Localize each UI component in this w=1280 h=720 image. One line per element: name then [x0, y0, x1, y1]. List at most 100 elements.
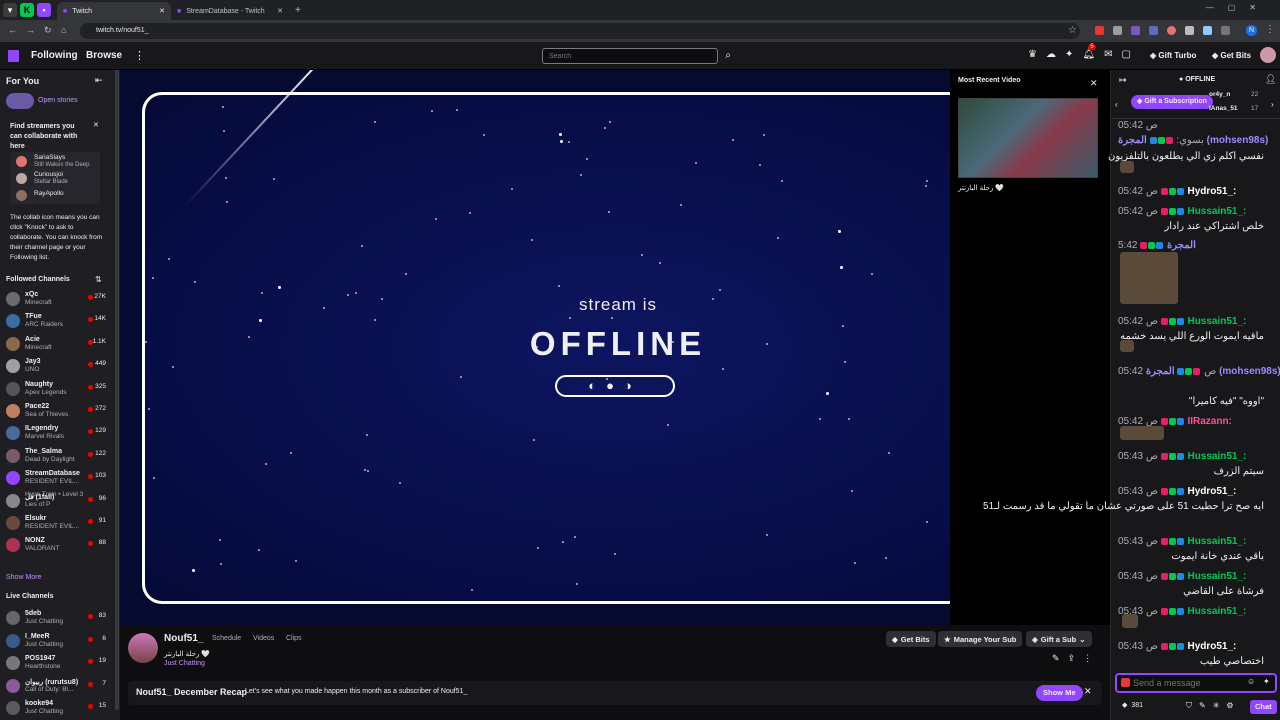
chat-username[interactable]: Hydro51_:	[1187, 486, 1236, 497]
leader-name[interactable]: or4y_n	[1209, 91, 1230, 98]
followed-channel[interactable]: Acie Minecraft 1.1K	[0, 334, 120, 356]
open-stories-link[interactable]: Open stories	[38, 97, 78, 104]
chat-message[interactable]: 05:43 ص Hydro51_:	[1118, 486, 1236, 497]
followed-channel[interactable]: TFue ARC Raiders 14K	[0, 311, 120, 333]
chat-username[interactable]: Hussain51_:	[1187, 571, 1246, 582]
pencil-icon[interactable]: ✎	[1199, 701, 1206, 711]
chat-message[interactable]: 5:42 المجرة	[1118, 240, 1196, 251]
manage-sub-button[interactable]: ★ Manage Your Sub	[938, 631, 1023, 647]
chat-message[interactable]: بسوي: المجرة (mohsen98s)	[1118, 135, 1268, 146]
chat-message[interactable]: 05:43 ص Hussain51_:	[1118, 451, 1246, 462]
category-link[interactable]: Just Chatting	[164, 660, 205, 667]
edit-icon[interactable]: ✎	[1052, 653, 1060, 664]
live-channel[interactable]: POS1947 Hearthstone 19	[0, 653, 120, 675]
chat-input[interactable]	[1133, 676, 1243, 690]
video-thumbnail[interactable]	[958, 98, 1098, 178]
followed-channel[interactable]: NONZ VALORANT 88	[0, 535, 120, 557]
extension-icon[interactable]	[1131, 26, 1140, 35]
search-icon[interactable]: ⌕	[720, 48, 736, 64]
inbox-icon[interactable]: ✉	[1104, 49, 1112, 60]
home-icon[interactable]: ⌂	[61, 25, 66, 35]
get-bits-button[interactable]: ◆ Get Bits	[1212, 51, 1251, 60]
followed-channel[interactable]: ILegendry Marvel Rivals 129	[0, 423, 120, 445]
new-tab-icon[interactable]: +	[295, 5, 301, 16]
back-icon[interactable]: ←	[8, 25, 17, 35]
twitch-logo-icon[interactable]	[8, 50, 19, 62]
tab-clips[interactable]: Clips	[286, 635, 302, 642]
emote-image[interactable]	[1120, 252, 1178, 304]
nav-browse[interactable]: Browse	[86, 50, 122, 61]
close-panel-icon[interactable]: ✕	[1090, 78, 1098, 89]
close-tab-icon[interactable]: ✕	[159, 7, 165, 15]
chat-message[interactable]: 05:43 ص Hydro51_:	[1118, 641, 1236, 652]
scroll-right-icon[interactable]: ›	[1271, 100, 1274, 109]
followed-channel[interactable]: StreamDatabase RESIDENT EVIL... 103	[0, 468, 120, 490]
extension-icon[interactable]	[1113, 26, 1122, 35]
emote-image[interactable]	[1122, 614, 1138, 628]
live-channel[interactable]: 5deb Just Chatting 83	[0, 608, 120, 630]
scroll-left-icon[interactable]: ‹	[1115, 100, 1118, 109]
cloud-icon[interactable]: ☁	[1046, 49, 1056, 60]
kick-icon[interactable]: K	[20, 3, 34, 17]
notifications-icon[interactable]: 🔔︎ 5	[1082, 44, 1096, 60]
live-channel[interactable]: kooke94 Just Chatting 15	[0, 698, 120, 720]
collab-person-name[interactable]: RayApollo	[34, 190, 64, 197]
extension-icon[interactable]: ✳	[1213, 701, 1220, 711]
show-more-link[interactable]: Show More	[6, 574, 41, 581]
sort-icon[interactable]: ⇅	[95, 275, 102, 284]
collapse-sidebar-icon[interactable]: ⇤	[95, 75, 103, 86]
chat-username[interactable]: Hydro51_:	[1187, 186, 1236, 197]
live-channel[interactable]: ربيوان (rurutsu8) Call of Duty: Bl... 7	[0, 676, 120, 698]
followed-channel[interactable]: The_Salma Dead by Daylight 122	[0, 446, 120, 468]
chat-message[interactable]: 05:42 ص Hydro51_:	[1118, 186, 1236, 197]
emote-picker-icon[interactable]: ☺	[1247, 677, 1255, 686]
forward-icon[interactable]: →	[26, 25, 35, 35]
bookmark-star-icon[interactable]: ☆	[1068, 25, 1077, 36]
window-controls[interactable]: —▢✕	[1206, 3, 1270, 12]
chat-username[interactable]: المجرة	[1167, 240, 1196, 251]
user-avatar[interactable]	[1260, 47, 1276, 63]
channel-points[interactable]: ◆ 381	[1122, 701, 1143, 710]
emote-image[interactable]	[1120, 161, 1134, 173]
chat-username[interactable]: Hussain51_:	[1187, 536, 1246, 547]
search-input[interactable]	[542, 48, 718, 64]
extension-icon[interactable]	[1149, 26, 1158, 35]
stories-avatars[interactable]	[6, 93, 34, 109]
chat-username[interactable]: Hussain51_:	[1187, 451, 1246, 462]
close-icon[interactable]: ✕	[93, 121, 99, 129]
followed-channel[interactable]: Jay3 UNO 449	[0, 356, 120, 378]
chat-message[interactable]: 05:42 ص Hussain51_:	[1118, 206, 1246, 217]
followed-channel[interactable]: xQc Minecraft 27K	[0, 289, 120, 311]
gift-subscription-button[interactable]: ◈ Gift a Subscription	[1131, 95, 1213, 109]
followed-channel[interactable]: Pace22 Sea of Thieves 272	[0, 401, 120, 423]
crown-icon[interactable]: ♛	[1028, 49, 1037, 60]
more-menu-icon[interactable]: ⋮	[134, 49, 145, 62]
followed-channel[interactable]: Naughty Apex Legends 325	[0, 379, 120, 401]
tab-videos[interactable]: Videos	[253, 635, 274, 642]
window-menu-icon[interactable]: ▾	[3, 3, 17, 17]
extension-icon[interactable]	[1167, 26, 1176, 35]
settings-gear-icon[interactable]: ⚙	[1226, 701, 1233, 711]
chat-username[interactable]: Hydro51_:	[1187, 641, 1236, 652]
chat-username[interactable]: IIRazann:	[1187, 416, 1231, 427]
more-options-icon[interactable]: ⋮	[1083, 653, 1092, 664]
bits-badge-icon[interactable]	[1121, 678, 1130, 687]
followed-channel[interactable]: Elsukr RESIDENT EVIL... 91	[0, 513, 120, 535]
share-icon[interactable]: ⇪	[1068, 653, 1076, 664]
browser-menu-icon[interactable]: ⋮	[1265, 24, 1275, 35]
profile-avatar[interactable]: N	[1246, 25, 1257, 36]
address-bar[interactable]: twitch.tv/nouf51_	[80, 23, 1080, 39]
gift-turbo-button[interactable]: ◈ Gift Turbo	[1150, 51, 1196, 60]
chat-message[interactable]: 05:42 ص المجرة (mohsen98s)	[1118, 366, 1280, 377]
emote-image[interactable]	[1120, 340, 1134, 352]
collab-person-name[interactable]: Curiousjoi	[34, 171, 63, 178]
leader-name[interactable]: IAnas_51	[1209, 105, 1238, 112]
channel-name[interactable]: Nouf51_	[164, 633, 203, 644]
tab-schedule[interactable]: Schedule	[212, 635, 241, 642]
reload-icon[interactable]: ↻	[44, 25, 52, 36]
bits-icon[interactable]: ✦	[1263, 677, 1270, 686]
tab-streamdatabase[interactable]: ■ StreamDatabase - Twitch ✕	[171, 2, 289, 20]
get-bits-channel-button[interactable]: ◆ Get Bits	[886, 631, 936, 647]
close-banner-icon[interactable]: ✕	[1084, 686, 1092, 697]
chat-message[interactable]: ص 05:42	[1118, 120, 1158, 131]
